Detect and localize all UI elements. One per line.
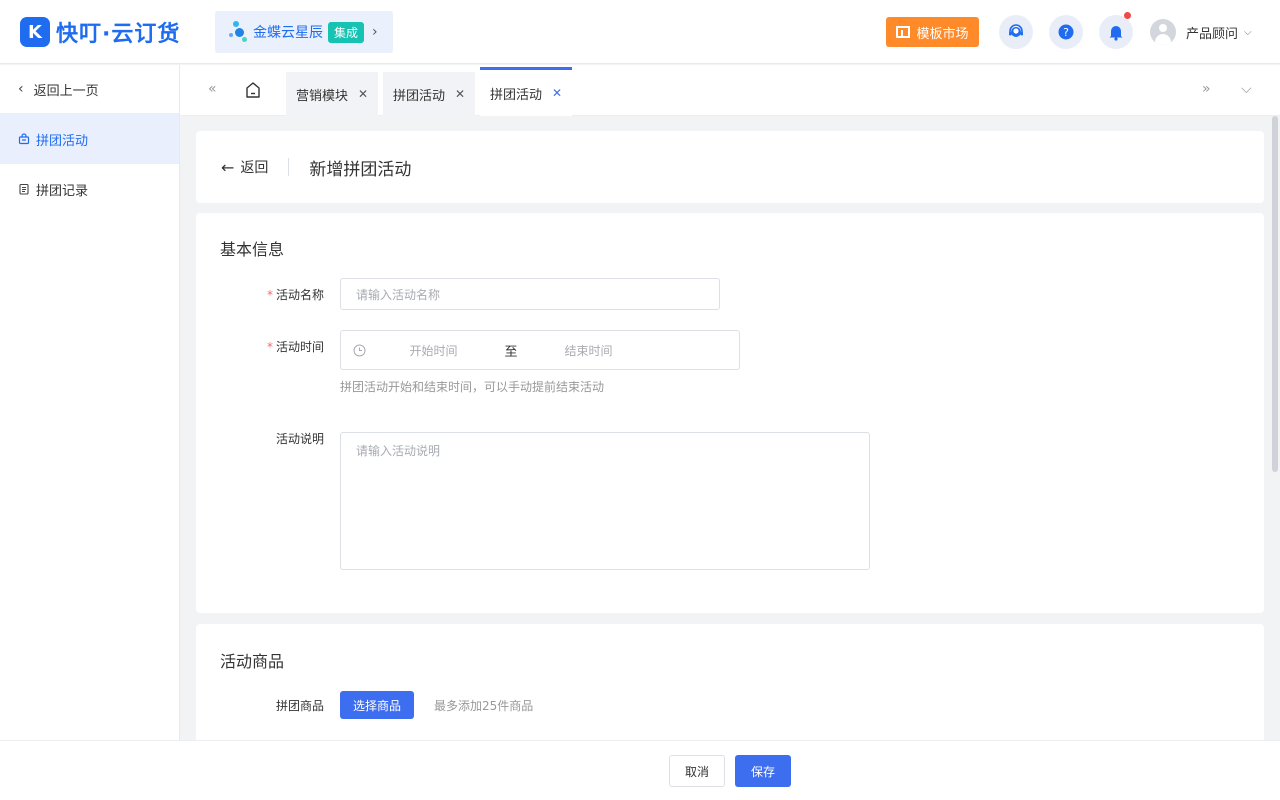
activity-time-hint: 拼团活动开始和结束时间，可以手动提前结束活动 (340, 380, 605, 394)
save-button[interactable]: 保存 (735, 755, 791, 787)
cancel-button[interactable]: 取消 (669, 755, 725, 787)
back-label: 返回 (240, 160, 269, 176)
brand-name: 快叮·云订货 (56, 22, 181, 47)
brand[interactable]: K 快叮·云订货 (20, 17, 180, 47)
template-market-button[interactable]: 模板市场 (886, 17, 979, 47)
user-menu[interactable]: 产品顾问 ⌵ (1150, 18, 1252, 46)
record-icon (19, 183, 29, 195)
user-name: 产品顾问 (1186, 26, 1239, 42)
xingchen-logo-icon (229, 20, 249, 44)
page-title: 新增拼团活动 (309, 159, 412, 180)
page-scrollbar[interactable] (1272, 116, 1278, 472)
group-buy-icon (18, 133, 30, 145)
tabs-menu-chevron-icon[interactable]: ⌵ (1241, 81, 1252, 97)
top-header: K 快叮·云订货 金蝶云星辰 集成 › 模板市场 ? 产品顾问 ⌵ (0, 0, 1280, 64)
bell-icon (1109, 26, 1123, 41)
activity-desc-label: 活动说明 (275, 432, 324, 446)
support-icon (1009, 24, 1023, 37)
avatar-icon (1150, 19, 1176, 45)
tab-bar: « 营销模块 ✕ 拼团活动 ✕ 拼团活动 ✕ » ⌵ (180, 65, 1280, 116)
activity-time-range-picker[interactable]: 开始时间 至 结束时间 (340, 330, 740, 370)
tab-label: 拼团活动 (490, 87, 543, 103)
activity-time-label: * 活动时间 (266, 340, 324, 354)
tab-marketing-module[interactable]: 营销模块 ✕ (286, 72, 379, 116)
end-time-input[interactable]: 结束时间 (521, 342, 656, 359)
divider (288, 158, 290, 176)
close-icon[interactable]: ✕ (455, 87, 465, 101)
sidebar: ‹ 返回上一页 拼团活动 拼团记录 (0, 65, 180, 740)
tab-group-buy[interactable]: 拼团活动 ✕ (383, 72, 476, 116)
clock-icon (353, 344, 366, 356)
page-header-card: ← 返回 新增拼团活动 (196, 131, 1264, 203)
select-goods-button[interactable]: 选择商品 (340, 691, 414, 719)
xingchen-name: 金蝶云星辰 (253, 25, 323, 41)
group-goods-label: 拼团商品 (275, 699, 324, 713)
xingchen-integration-chip[interactable]: 金蝶云星辰 集成 › (215, 11, 393, 53)
template-market-label: 模板市场 (916, 26, 969, 42)
help-icon: ? (1058, 24, 1074, 40)
sidebar-item-label: 拼团活动 (36, 133, 89, 149)
tab-label: 拼团活动 (393, 88, 446, 104)
activity-goods-card: 活动商品 拼团商品 选择商品 最多添加25件商品 (196, 624, 1264, 740)
support-button[interactable] (999, 15, 1033, 49)
range-separator: 至 (504, 344, 518, 360)
activity-desc-textarea[interactable]: 请输入活动说明 (340, 432, 870, 570)
brand-logo-icon: K (20, 17, 50, 47)
integration-badge: 集成 (328, 21, 365, 43)
sidebar-item-group-record[interactable]: 拼团记录 (0, 164, 179, 214)
basic-info-title: 基本信息 (220, 240, 285, 259)
chevron-down-icon: ⌵ (1244, 26, 1252, 38)
template-icon (896, 26, 911, 38)
activity-goods-title: 活动商品 (220, 652, 285, 671)
close-icon[interactable]: ✕ (358, 87, 368, 101)
home-icon[interactable] (245, 81, 261, 99)
arrow-left-icon: ← (221, 157, 235, 177)
tabs-scroll-left-icon[interactable]: « (208, 81, 217, 97)
activity-name-label: * 活动名称 (266, 288, 324, 302)
chevron-left-icon: ‹ (18, 81, 24, 97)
notification-dot (1124, 12, 1131, 19)
svg-text:?: ? (1063, 26, 1069, 39)
back-button[interactable]: ← 返回 (221, 157, 268, 177)
tabs-scroll-right-icon[interactable]: » (1202, 81, 1211, 97)
goods-limit-hint: 最多添加25件商品 (434, 699, 534, 713)
notification-button[interactable] (1099, 12, 1133, 49)
help-button[interactable]: ? (1049, 15, 1083, 49)
main-content: ← 返回 新增拼团活动 基本信息 * 活动名称 请输入活动名称 * 活动时间 开始时… (180, 116, 1280, 740)
action-footer: 取消 保存 (0, 740, 1280, 800)
sidebar-back-label: 返回上一页 (33, 83, 99, 99)
activity-name-input[interactable]: 请输入活动名称 (340, 278, 720, 310)
basic-info-card: 基本信息 * 活动名称 请输入活动名称 * 活动时间 开始时间 至 结束时间 拼团活… (196, 213, 1264, 613)
sidebar-item-group-buy[interactable]: 拼团活动 (0, 114, 179, 164)
tab-label: 营销模块 (296, 88, 349, 104)
sidebar-item-label: 拼团记录 (36, 183, 89, 199)
sidebar-back-link[interactable]: ‹ 返回上一页 (0, 65, 179, 114)
tab-group-buy-active[interactable]: 拼团活动 ✕ (480, 67, 573, 116)
start-time-input[interactable]: 开始时间 (366, 342, 501, 359)
close-icon[interactable]: ✕ (552, 86, 562, 100)
chevron-right-icon: › (372, 24, 378, 40)
